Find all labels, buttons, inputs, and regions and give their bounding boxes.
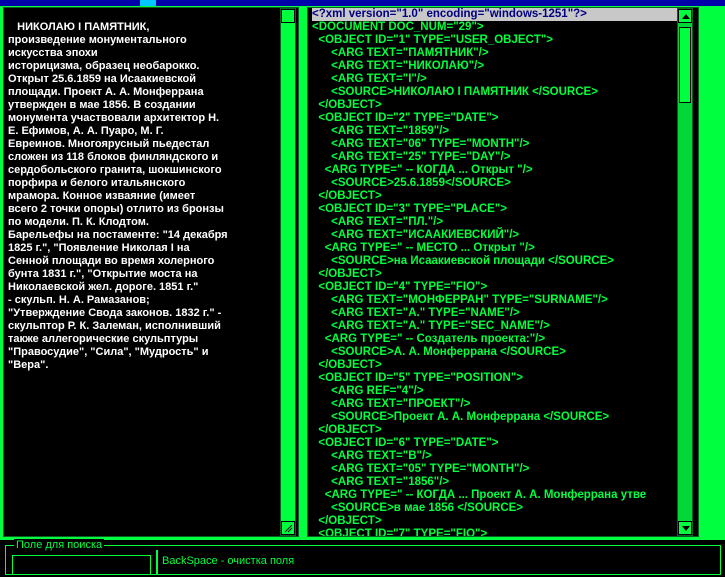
xml-line[interactable]: <ARG TEXT="ПЛ."/> [312,216,680,229]
xml-line[interactable]: <SOURCE>на Исаакиевской площади </SOURCE… [312,255,680,268]
xml-line[interactable]: <ARG TEXT="ПРОЕКТ"/> [312,398,680,411]
xml-line[interactable]: <OBJECT ID="5" TYPE="POSITION"> [312,372,680,385]
xml-line[interactable]: <SOURCE>25.6.1859</SOURCE> [312,177,680,190]
xml-view[interactable]: <?xml version="1.0" encoding="windows-12… [312,8,680,536]
xml-line[interactable]: <DOCUMENT DOC_NUM="29"> [312,21,680,34]
description-text: НИКОЛАЮ I ПАМЯТНИК, произведение монумен… [8,21,228,371]
xml-line[interactable]: <SOURCE>А. А. Монферрана </SOURCE> [312,346,680,359]
arrow-up-icon [682,14,690,19]
xml-line[interactable]: <ARG TYPE=" -- МЕСТО ... Открыт "/> [312,242,680,255]
xml-line[interactable]: <ARG TEXT="В"/> [312,450,680,463]
xml-line-selected[interactable]: <?xml version="1.0" encoding="windows-12… [312,8,680,21]
description-scroll-track[interactable] [281,23,295,523]
xml-line[interactable]: </OBJECT> [312,190,680,203]
resize-grip-icon[interactable] [281,521,295,535]
xml-line[interactable]: <ARG TEXT="05" TYPE="MONTH"/> [312,463,680,476]
xml-line[interactable]: <ARG TEXT="МОНФЕРРАН" TYPE="SURNAME"/> [312,294,680,307]
xml-line[interactable]: </OBJECT> [312,99,680,112]
xml-line[interactable]: <OBJECT ID="2" TYPE="DATE"> [312,112,680,125]
xml-line[interactable]: <OBJECT ID="3" TYPE="PLACE"> [312,203,680,216]
xml-line[interactable]: <ARG REF="4"/> [312,385,680,398]
xml-line[interactable]: <ARG TEXT="1859"/> [312,125,680,138]
xml-line[interactable]: <ARG TYPE=" -- КОГДА ... Проект А. А. Мо… [312,489,680,502]
description-panel[interactable]: НИКОЛАЮ I ПАМЯТНИК, произведение монумен… [3,7,299,537]
search-divider [156,550,158,574]
xml-line[interactable]: <ARG TEXT="I"/> [312,73,680,86]
xml-line[interactable]: <ARG TEXT="1856"/> [312,476,680,489]
description-scroll-up-button[interactable] [281,9,295,23]
xml-line[interactable]: </OBJECT> [312,515,680,528]
search-hint: BackSpace - очистка поля [162,555,295,567]
xml-line[interactable]: <SOURCE>в мае 1856 </SOURCE> [312,502,680,515]
xml-line[interactable]: <OBJECT ID="7" TYPE="FIO"> [312,528,680,536]
xml-line[interactable]: </OBJECT> [312,424,680,437]
title-bar-strip [0,0,725,6]
description-scrollbar[interactable] [280,8,296,536]
xml-line[interactable]: <ARG TEXT="А." TYPE="SEC_NAME"/> [312,320,680,333]
xml-line[interactable]: <ARG TEXT="А." TYPE="NAME"/> [312,307,680,320]
xml-line[interactable]: </OBJECT> [312,268,680,281]
xml-scroll-down-button[interactable] [678,521,692,535]
search-legend: Поле для поиска [14,539,105,551]
xml-scroll-thumb[interactable] [679,27,691,103]
xml-line[interactable]: <SOURCE>Проект А. А. Монферрана </SOURCE… [312,411,680,424]
xml-line[interactable]: <ARG TYPE=" -- Создатель проекта:"/> [312,333,680,346]
xml-panel[interactable]: <?xml version="1.0" encoding="windows-12… [307,7,699,537]
xml-line[interactable]: <SOURCE>НИКОЛАЮ I ПАМЯТНИК </SOURCE> [312,86,680,99]
search-input[interactable] [12,555,151,575]
xml-line[interactable]: <OBJECT ID="4" TYPE="FIO"> [312,281,680,294]
xml-line[interactable]: <ARG TEXT="06" TYPE="MONTH"/> [312,138,680,151]
xml-line[interactable]: <OBJECT ID="1" TYPE="USER_OBJECT"> [312,34,680,47]
xml-line[interactable]: <ARG TEXT="25" TYPE="DAY"/> [312,151,680,164]
xml-line[interactable]: <ARG TYPE=" -- КОГДА ... Открыт "/> [312,164,680,177]
arrow-down-icon [682,526,690,531]
search-bar: Поле для поиска BackSpace - очистка поля [0,539,725,577]
xml-line[interactable]: <ARG TEXT="ИСААКИЕВСКИЙ"/> [312,229,680,242]
xml-line[interactable]: <OBJECT ID="6" TYPE="DATE"> [312,437,680,450]
title-bar-knob [140,0,156,6]
search-group: Поле для поиска BackSpace - очистка поля [5,539,721,575]
xml-line[interactable]: <ARG TEXT="НИКОЛАЮ"/> [312,60,680,73]
window-edge [701,7,725,537]
xml-scroll-up-button[interactable] [678,9,692,23]
xml-line[interactable]: <ARG TEXT="ПАМЯТНИК"/> [312,47,680,60]
xml-line[interactable]: </OBJECT> [312,359,680,372]
xml-scrollbar[interactable] [677,8,693,536]
